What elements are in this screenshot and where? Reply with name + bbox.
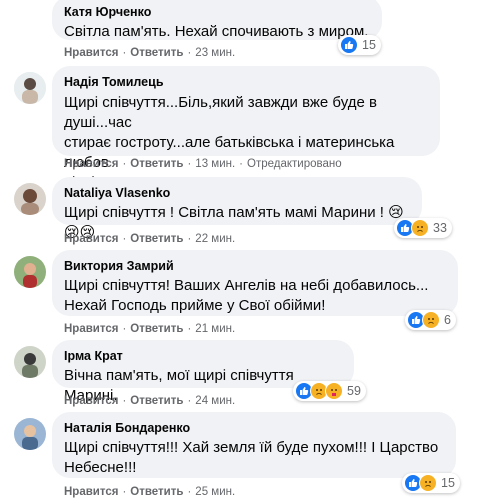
comment-timestamp[interactable]: 22 мин.: [195, 233, 235, 245]
comment-text-line: Щирі співчуття! Ваших Ангелів на небі до…: [64, 277, 429, 294]
reply-button[interactable]: Ответить: [130, 323, 183, 335]
comment-bubble: Катя Юрченко Світла пам'ять. Нехай спочи…: [52, 0, 382, 40]
reaction-count: 33: [433, 221, 447, 235]
comment-author[interactable]: Nataliya Vlasenko: [64, 185, 410, 201]
comment-timestamp[interactable]: 23 мин.: [195, 47, 235, 59]
reaction-summary[interactable]: 6: [405, 310, 456, 330]
comment-bubble: Надія Томилець Щирі співчуття...Біль,яки…: [52, 66, 440, 191]
reaction-summary[interactable]: 15: [402, 473, 460, 493]
comment-author[interactable]: Ірма Крат: [64, 348, 342, 364]
reply-button[interactable]: Ответить: [130, 47, 183, 59]
avatar[interactable]: [14, 418, 46, 450]
reaction-count: 15: [362, 38, 376, 52]
like-button[interactable]: Нравится: [64, 233, 118, 245]
comment-actions: Нравится · Ответить · 22 мин.: [64, 233, 236, 245]
comment-text-line: Небесне!!!: [64, 459, 137, 476]
reaction-count: 59: [347, 384, 361, 398]
like-button[interactable]: Нравится: [64, 323, 118, 335]
comment-actions: Нравится · Ответить · 21 мин.: [64, 323, 236, 335]
like-reaction-icon: [340, 36, 358, 54]
avatar[interactable]: [14, 72, 46, 104]
like-button[interactable]: Нравится: [64, 47, 118, 59]
comment-actions: Нравится · Ответить · 13 мин. · Отредактирован…: [64, 158, 342, 170]
comment-author[interactable]: Наталія Бондаренко: [64, 420, 444, 436]
comment-actions: Нравится · Ответить · 24 мин.: [64, 395, 236, 407]
comment-timestamp[interactable]: 13 мин.: [195, 158, 235, 170]
reaction-count: 6: [444, 313, 451, 327]
edited-label: Отредактировано: [247, 158, 342, 170]
comment-timestamp[interactable]: 24 мин.: [195, 395, 235, 407]
comment-text: Щирі співчуття! Ваших Ангелів на небі до…: [64, 276, 446, 316]
sad-reaction-icon: [422, 311, 440, 329]
avatar[interactable]: [14, 256, 46, 288]
comment-timestamp[interactable]: 21 мин.: [195, 323, 235, 335]
comment-actions: Нравится · Ответить · 25 мин.: [64, 486, 236, 498]
comment-author[interactable]: Надія Томилець: [64, 74, 428, 90]
reaction-summary[interactable]: 59: [293, 381, 366, 401]
comment-actions: Нравится · Ответить · 23 мин.: [64, 47, 236, 59]
reaction-summary[interactable]: 15: [338, 35, 381, 55]
like-button[interactable]: Нравится: [64, 158, 118, 170]
avatar[interactable]: [14, 183, 46, 215]
comment-text: Щирі співчуття!!! Хай земля їй буде пухо…: [64, 438, 444, 478]
comment-author[interactable]: Виктория Замрий: [64, 258, 446, 274]
reply-button[interactable]: Ответить: [130, 395, 183, 407]
like-button[interactable]: Нравится: [64, 395, 118, 407]
comment-timestamp[interactable]: 25 мин.: [195, 486, 235, 498]
reply-button[interactable]: Ответить: [130, 158, 183, 170]
comment-author[interactable]: Катя Юрченко: [64, 4, 370, 20]
avatar[interactable]: [14, 346, 46, 378]
comment-bubble: Nataliya Vlasenko Щирі співчуття ! Світл…: [52, 177, 422, 241]
sad-reaction-icon: [411, 219, 429, 237]
reaction-count: 15: [441, 476, 455, 490]
comment-text-line: Щирі співчуття...Біль,який завжди вже бу…: [64, 94, 377, 131]
care-reaction-icon: [325, 382, 343, 400]
sad-reaction-icon: [419, 474, 437, 492]
comment-bubble: Наталія Бондаренко Щирі співчуття!!! Хай…: [52, 412, 456, 478]
comment-text: Світла пам'ять. Нехай спочивають з миром…: [64, 23, 369, 40]
comment-text-line: Нехай Господь прийме у Свої обійми!: [64, 297, 326, 314]
reaction-summary[interactable]: 33: [394, 218, 452, 238]
like-button[interactable]: Нравится: [64, 486, 118, 498]
reply-button[interactable]: Ответить: [130, 233, 183, 245]
comment-text-line: Щирі співчуття!!! Хай земля їй буде пухо…: [64, 439, 439, 456]
reply-button[interactable]: Ответить: [130, 486, 183, 498]
comment-bubble: Виктория Замрий Щирі співчуття! Ваших Ан…: [52, 250, 458, 316]
